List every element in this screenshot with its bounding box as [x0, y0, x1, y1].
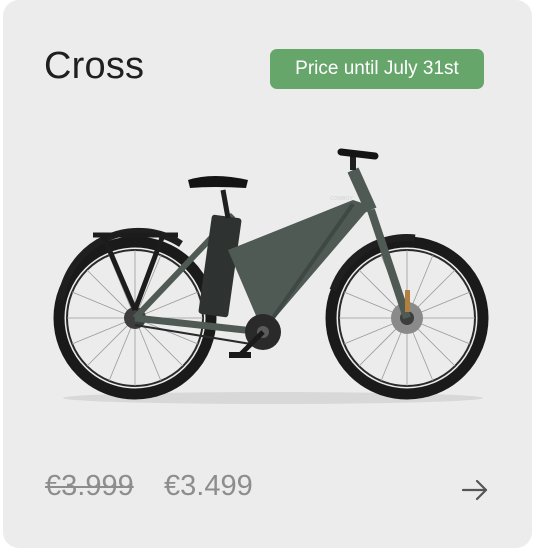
bike-brand-mark: COWBOY — [330, 196, 353, 202]
product-card[interactable]: Cross Price until July 31st COWBOY €3.99… — [3, 0, 532, 548]
original-price: €3.999 — [45, 470, 134, 502]
product-title: Cross — [44, 45, 145, 87]
sale-price: €3.499 — [164, 470, 253, 502]
bike-image: COWBOY — [53, 148, 489, 404]
promo-badge: Price until July 31st — [270, 49, 484, 89]
arrow-right-icon[interactable] — [459, 474, 491, 506]
